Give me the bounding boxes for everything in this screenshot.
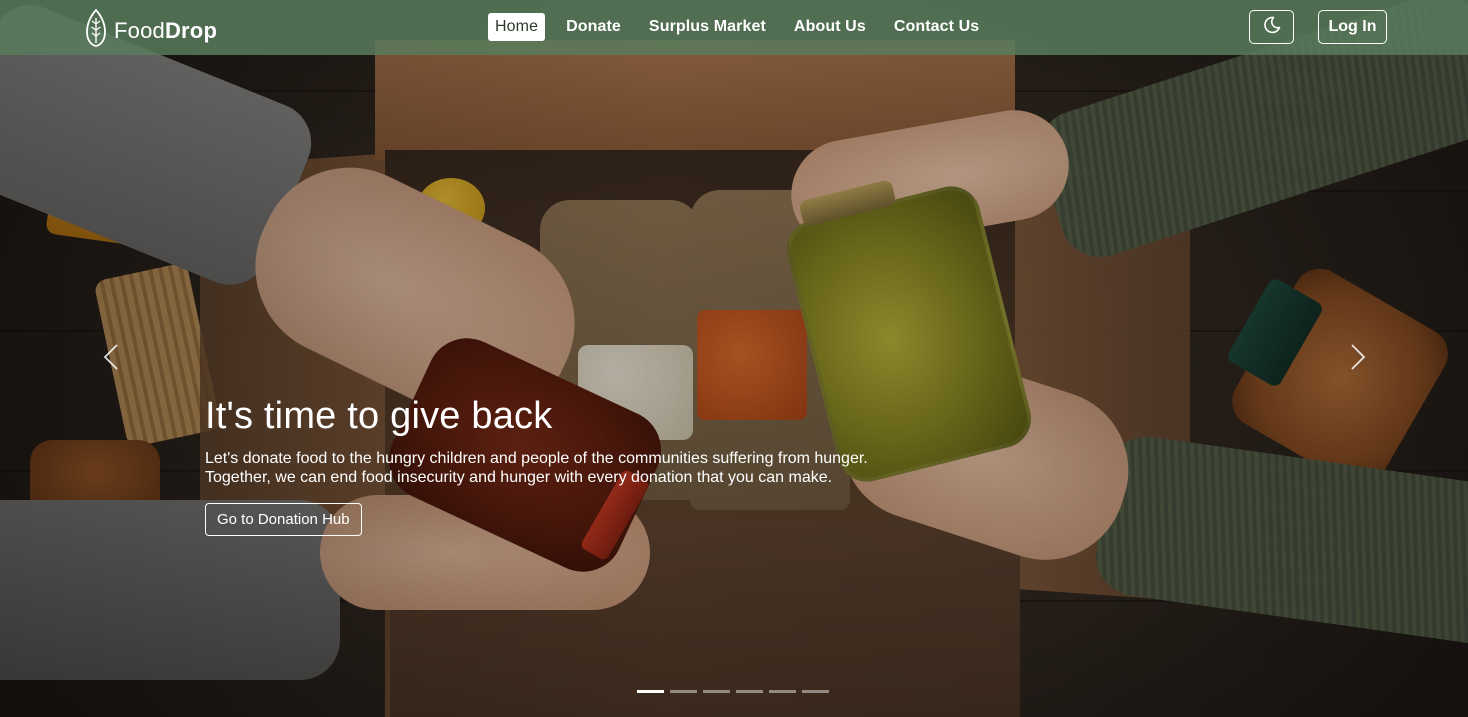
hero-description: Let's donate food to the hungry children…	[205, 449, 868, 487]
brand-name: FoodDrop	[114, 17, 218, 43]
hero-description-line-2: Together, we can end food insecurity and…	[205, 469, 833, 486]
carousel-indicator-6[interactable]	[802, 690, 829, 693]
login-button[interactable]: Log In	[1318, 10, 1387, 44]
brand-logo[interactable]: FoodDrop	[84, 8, 218, 52]
chevron-right-icon	[1350, 343, 1366, 376]
hero-title: It's time to give back	[205, 395, 553, 437]
donation-hub-button[interactable]: Go to Donation Hub	[205, 503, 362, 536]
page: FoodDrop Home Donate Surplus Market Abou…	[0, 0, 1468, 717]
nav-link-contact-us[interactable]: Contact Us	[887, 13, 986, 41]
carousel-next-button[interactable]	[1343, 340, 1373, 378]
chevron-left-icon	[103, 343, 119, 376]
hero-caption: It's time to give back Let's donate food…	[205, 395, 868, 536]
carousel-indicator-4[interactable]	[736, 690, 763, 693]
carousel-indicator-1[interactable]	[637, 690, 664, 693]
carousel-indicator-3[interactable]	[703, 690, 730, 693]
carousel-prev-button[interactable]	[96, 340, 126, 378]
carousel-indicator-5[interactable]	[769, 690, 796, 693]
hero-description-line-1: Let's donate food to the hungry children…	[205, 450, 868, 467]
nav-link-donate[interactable]: Donate	[559, 13, 628, 41]
wheat-leaf-icon	[84, 8, 108, 52]
carousel-indicator-2[interactable]	[670, 690, 697, 693]
moon-icon	[1263, 16, 1281, 39]
nav-link-about-us[interactable]: About Us	[787, 13, 873, 41]
nav-links: Home Donate Surplus Market About Us Cont…	[488, 13, 1000, 41]
theme-toggle-button[interactable]	[1249, 10, 1294, 44]
carousel-indicators	[637, 690, 829, 693]
navbar: FoodDrop Home Donate Surplus Market Abou…	[0, 0, 1468, 55]
nav-link-surplus-market[interactable]: Surplus Market	[642, 13, 773, 41]
hero-background-image	[0, 0, 1468, 717]
nav-link-home[interactable]: Home	[488, 13, 546, 41]
